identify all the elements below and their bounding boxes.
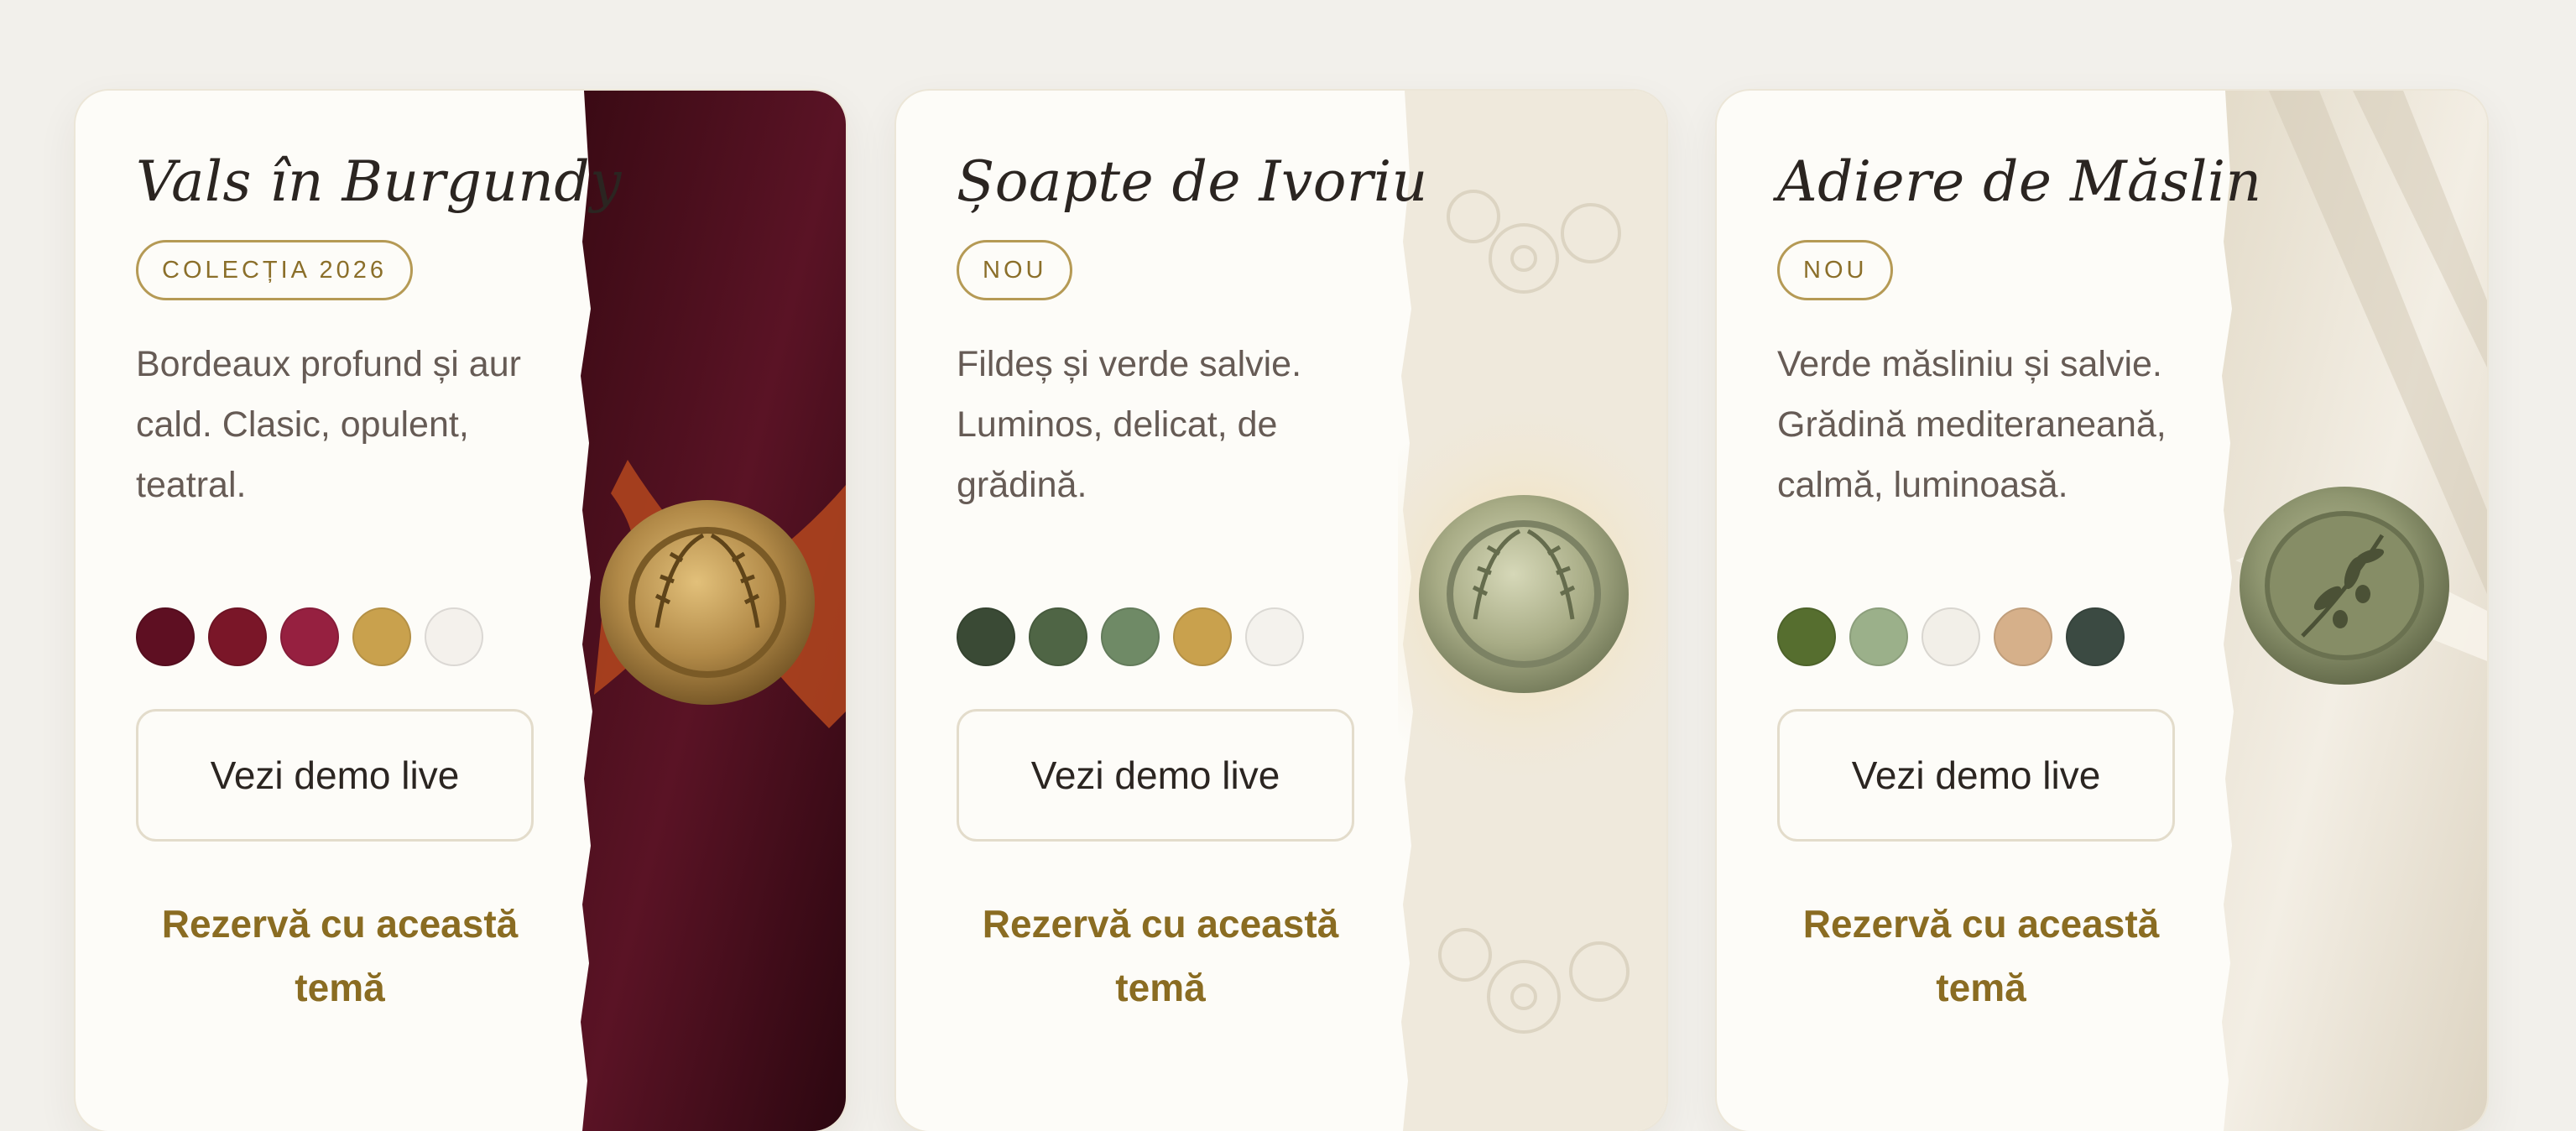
color-palette [136,607,483,666]
color-swatch [1029,607,1087,666]
wax-seal-photo [1398,91,1666,1131]
wax-seal-laurel-sage-icon [1398,91,1666,1131]
view-live-demo-button[interactable]: Vezi demo live [136,709,534,842]
theme-card-ivory: Șoapte de Ivoriu NOU Fildeș și verde sal… [896,91,1666,1131]
theme-cards: Vals în Burgundy COLECȚIA 2026 Bordeaux … [76,91,2487,1131]
reserve-theme-link[interactable]: Rezervă cu această temă [1777,892,2185,1019]
new-badge: NOU [1777,240,1894,300]
color-swatch [136,607,195,666]
wax-seal-olive-branch-icon [2222,91,2487,1131]
new-badge: NOU [957,240,1073,300]
theme-card-olive: Adiere de Măslin NOU Verde măsliniu și s… [1717,91,2487,1131]
color-swatch [2066,607,2125,666]
color-palette [1777,607,2125,666]
color-swatch [1994,607,2052,666]
color-swatch [1849,607,1908,666]
reserve-theme-link[interactable]: Rezervă cu această temă [957,892,1364,1019]
color-swatch [425,607,483,666]
color-swatch [957,607,1015,666]
collection-badge: COLECȚIA 2026 [136,240,413,300]
card-description: Bordeaux profund și aur cald. Clasic, op… [136,344,521,505]
reserve-theme-link[interactable]: Rezervă cu această temă [136,892,544,1019]
color-swatch [1922,607,1980,666]
card-title: Șoapte de Ivoriu [957,149,1428,214]
card-title: Vals în Burgundy [136,149,622,214]
view-live-demo-button[interactable]: Vezi demo live [957,709,1354,842]
color-swatch [1777,607,1836,666]
color-swatch [1173,607,1232,666]
card-description: Fildeș și verde salvie. Luminos, delicat… [957,344,1302,505]
wax-seal-photo [577,91,846,1131]
color-swatch [208,607,267,666]
card-description: Verde măsliniu și salvie. Grădină medite… [1777,344,2167,505]
color-palette [957,607,1304,666]
wax-seal-photo [2219,91,2487,1131]
color-swatch [280,607,339,666]
theme-card-burgundy: Vals în Burgundy COLECȚIA 2026 Bordeaux … [76,91,846,1131]
color-swatch [1245,607,1304,666]
wax-seal-laurel-gold-icon [581,91,846,1131]
view-live-demo-button[interactable]: Vezi demo live [1777,709,2175,842]
color-swatch [352,607,411,666]
card-title: Adiere de Măslin [1777,149,2262,214]
color-swatch [1101,607,1160,666]
